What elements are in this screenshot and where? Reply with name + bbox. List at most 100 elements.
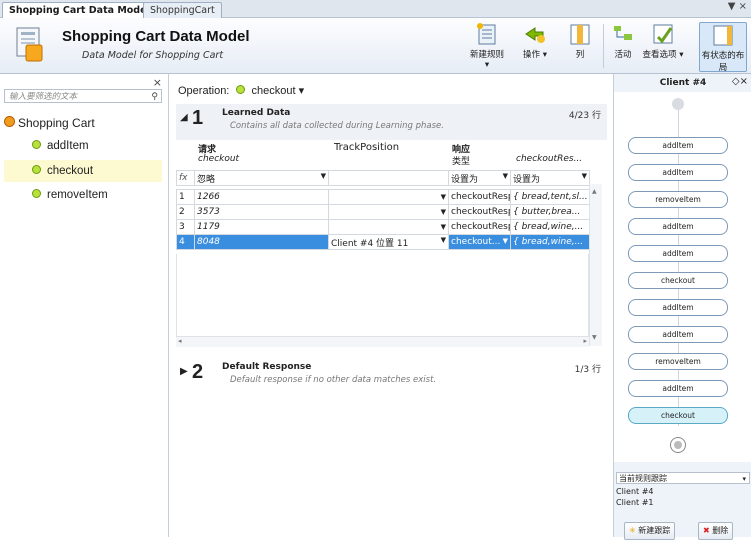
request-cell[interactable]: 3573 bbox=[194, 204, 329, 220]
tree-root[interactable]: Shopping Cart bbox=[4, 116, 95, 130]
trace-node[interactable]: addItem bbox=[628, 326, 728, 343]
trace-node[interactable]: addItem bbox=[628, 164, 728, 181]
row-count: 4/23 行 bbox=[568, 111, 601, 121]
delete-button[interactable]: ✖ 删除 bbox=[698, 522, 734, 540]
scroll-down-icon[interactable]: ▼ bbox=[592, 334, 597, 341]
table-row-selected[interactable]: 4 8048 Client #4 位置 11 ▼ checkout... ▼ { b… bbox=[176, 234, 590, 250]
operation-status-icon bbox=[32, 189, 41, 198]
response-type-select[interactable]: checkout... ▼ bbox=[448, 234, 511, 250]
horizontal-scrollbar[interactable]: ◂ ▸ bbox=[176, 336, 589, 347]
response-data-cell[interactable]: { bread,tent,sl... bbox=[510, 189, 590, 205]
operation-prefix: Operation: bbox=[178, 85, 230, 97]
tree-root-label: Shopping Cart bbox=[18, 116, 95, 130]
row-number: 3 bbox=[176, 219, 195, 235]
trace-node[interactable]: removeItem bbox=[628, 353, 728, 370]
expand-arrow-icon[interactable]: ▶ bbox=[180, 366, 188, 377]
trace-list-item[interactable]: Client #1 bbox=[616, 497, 654, 508]
chevron-down-icon: ▼ bbox=[320, 171, 326, 180]
request-cell[interactable]: 1266 bbox=[194, 189, 329, 205]
toolbar-separator bbox=[603, 24, 604, 68]
set-value-select[interactable]: 设置为 ▼ bbox=[510, 170, 590, 186]
track-formula-cell[interactable] bbox=[328, 170, 449, 186]
trace-dropdown-label: 当前规则跟踪 bbox=[619, 474, 667, 483]
track-select[interactable]: ▼ bbox=[328, 189, 449, 205]
state-layout-label: 有状态的布局 bbox=[701, 51, 745, 73]
vertical-scrollbar[interactable]: ▲ ▼ bbox=[589, 184, 602, 346]
trace-node[interactable]: checkout bbox=[628, 272, 728, 289]
rules-grid: fx 忽略 ▼ 设置为 ▼ 设置为 ▼ 1 1266 ▼ checkoutRespoi… bbox=[176, 170, 590, 250]
columns-button[interactable]: 列 bbox=[568, 22, 592, 70]
response-type-cell[interactable]: checkoutRespoi bbox=[448, 219, 511, 235]
filter-placeholder: 输入要筛选的文本 bbox=[9, 92, 78, 102]
trace-flow: addItem addItem removeItem addItem addIt… bbox=[614, 92, 751, 462]
header-response-type: 类型 bbox=[452, 157, 471, 167]
set-type-select[interactable]: 设置为 ▼ bbox=[448, 170, 511, 186]
learned-data-section[interactable]: ◢ 1 Learned Data Contains all data colle… bbox=[176, 104, 607, 140]
trace-list-item[interactable]: Client #4 bbox=[616, 486, 654, 497]
activity-button[interactable]: 活动 bbox=[610, 22, 636, 70]
header-trackposition: TrackPosition bbox=[334, 142, 400, 153]
request-cell[interactable]: 1179 bbox=[194, 219, 329, 235]
chevron-down-icon: ▼ bbox=[440, 235, 446, 244]
trace-title: Client #4 bbox=[659, 78, 707, 88]
trace-node[interactable]: addItem bbox=[628, 299, 728, 316]
tab-shopping-cart[interactable]: ShoppingCart bbox=[143, 2, 222, 18]
data-model-icon bbox=[16, 27, 43, 62]
response-type-cell[interactable]: checkoutRespoi bbox=[448, 204, 511, 220]
delete-label: 删除 bbox=[712, 526, 729, 535]
response-type-cell[interactable]: checkoutRespoi bbox=[448, 189, 511, 205]
star-icon: ✳ bbox=[629, 526, 636, 535]
row-count: 1/3 行 bbox=[574, 365, 601, 375]
row-number: 1 bbox=[176, 189, 195, 205]
state-layout-button[interactable]: 有状态的布局 bbox=[699, 22, 747, 73]
state-layout-icon bbox=[713, 25, 733, 46]
default-response-section[interactable]: ▶ 2 Default Response Default response if… bbox=[176, 358, 607, 394]
scroll-left-icon[interactable]: ◂ bbox=[178, 337, 182, 345]
operation-item-checkout[interactable]: checkout bbox=[4, 160, 162, 182]
operation-item-additem[interactable]: addItem bbox=[4, 135, 162, 157]
trace-panel: Client #4 ◇× addItem addItem removeItem … bbox=[613, 74, 751, 540]
close-icon[interactable]: × bbox=[153, 76, 162, 89]
operation-item-removeitem[interactable]: removeItem bbox=[4, 184, 162, 206]
trace-node[interactable]: addItem bbox=[628, 218, 728, 235]
scroll-up-icon[interactable]: ▲ bbox=[592, 188, 597, 195]
track-select[interactable]: Client #4 位置 11 ▼ bbox=[328, 234, 449, 250]
trace-node-current[interactable]: checkout bbox=[628, 407, 728, 424]
table-row[interactable]: 3 1179 ▼ checkoutRespoi { bread,wine,... bbox=[176, 219, 590, 235]
track-select[interactable]: ▼ bbox=[328, 219, 449, 235]
ignore-select[interactable]: 忽略 ▼ bbox=[194, 170, 329, 186]
action-button[interactable]: 操作 ▾ bbox=[519, 22, 551, 70]
section-description: Contains all data collected during Learn… bbox=[230, 121, 444, 131]
ignore-label: 忽略 bbox=[197, 174, 216, 185]
trace-dropdown[interactable]: 当前规则跟踪 ▾ bbox=[616, 472, 750, 484]
track-select[interactable]: ▼ bbox=[328, 204, 449, 220]
operation-selector[interactable]: Operation: checkout ▾ bbox=[178, 84, 304, 97]
tab-menu-button[interactable]: ▼ × bbox=[728, 1, 747, 12]
response-data-cell[interactable]: { bread,wine,... bbox=[510, 234, 590, 250]
row-number: 2 bbox=[176, 204, 195, 220]
section-number: 1 bbox=[192, 107, 204, 129]
panel-controls[interactable]: ◇× bbox=[732, 76, 748, 87]
table-row[interactable]: 2 3573 ▼ checkoutRespoi { butter,brea... bbox=[176, 204, 590, 220]
trace-node[interactable]: addItem bbox=[628, 137, 728, 154]
search-icon[interactable]: ⚲ bbox=[151, 90, 158, 104]
collapse-arrow-icon[interactable]: ◢ bbox=[180, 112, 188, 123]
header-request-sub: checkout bbox=[198, 154, 240, 164]
request-cell[interactable]: 8048 bbox=[194, 234, 329, 250]
trace-node[interactable]: removeItem bbox=[628, 191, 728, 208]
response-data-cell[interactable]: { bread,wine,... bbox=[510, 219, 590, 235]
tab-shopping-cart-data-model[interactable]: Shopping Cart Data Model bbox=[2, 2, 157, 18]
trace-node[interactable]: addItem bbox=[628, 245, 728, 262]
filter-input[interactable]: 输入要筛选的文本 ⚲ bbox=[4, 89, 162, 103]
new-rule-button[interactable]: 新建规则 ▾ bbox=[467, 22, 507, 70]
grid-empty-area bbox=[176, 254, 589, 346]
view-options-button[interactable]: 查看选项 ▾ bbox=[642, 22, 684, 70]
response-data-cell[interactable]: { butter,brea... bbox=[510, 204, 590, 220]
scroll-right-icon[interactable]: ▸ bbox=[583, 337, 587, 345]
table-row[interactable]: 1 1266 ▼ checkoutRespoi { bread,tent,sl.… bbox=[176, 189, 590, 205]
new-trace-button[interactable]: ✳ 新建跟踪 bbox=[624, 522, 676, 540]
section-title: Learned Data bbox=[222, 108, 291, 118]
delete-icon: ✖ bbox=[703, 526, 710, 535]
trace-node[interactable]: addItem bbox=[628, 380, 728, 397]
chevron-down-icon: ▼ bbox=[440, 223, 446, 231]
